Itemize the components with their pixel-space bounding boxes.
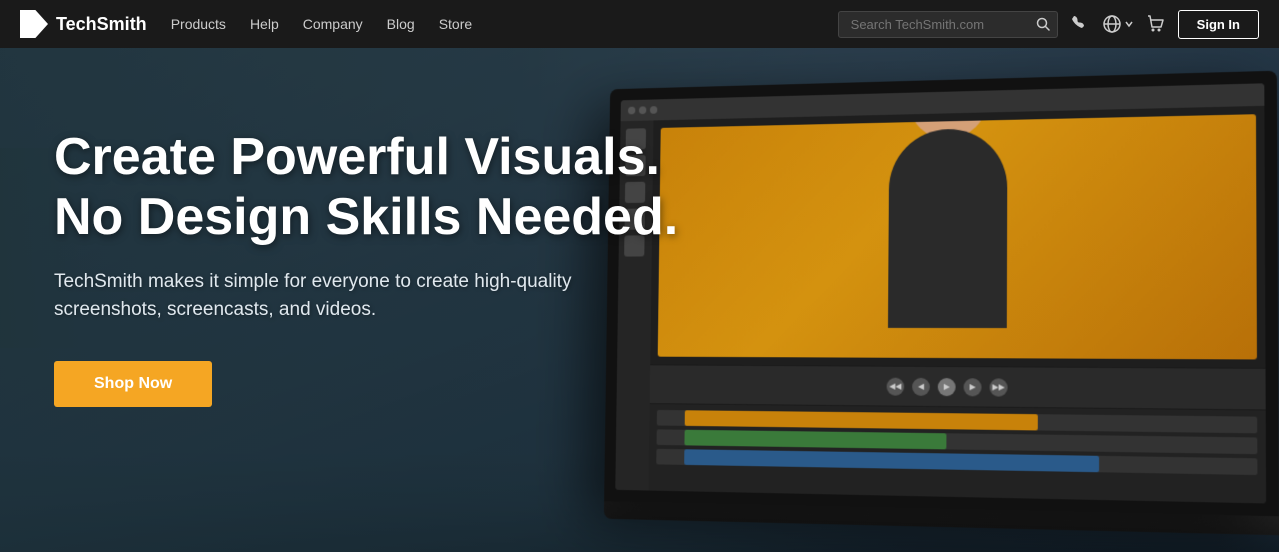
sign-in-button[interactable]: Sign In (1178, 10, 1259, 39)
search-icon (1036, 17, 1050, 31)
hero-content: Create Powerful Visuals. No Design Skill… (54, 128, 678, 407)
ctrl-btn-next: ▶▶ (990, 378, 1008, 396)
cart-icon-btn[interactable] (1146, 14, 1166, 34)
ctrl-btn-back: ◀ (912, 377, 930, 395)
phone-icon-btn[interactable] (1070, 14, 1090, 34)
search-input[interactable] (838, 11, 1058, 38)
hero-headline-line2: No Design Skills Needed. (54, 188, 678, 246)
nav-item-products[interactable]: Products (171, 16, 226, 32)
timeline-area (649, 403, 1267, 503)
ctrl-btn-play: ▶ (938, 377, 956, 395)
laptop-mockup: ◀◀ ◀ ▶ ▶ ▶▶ (603, 69, 1279, 552)
chevron-down-icon (1124, 19, 1134, 29)
topbar-dot-2 (639, 106, 646, 114)
editor-main: ◀◀ ◀ ▶ ▶ ▶▶ (649, 106, 1267, 504)
ctrl-btn-fwd: ▶ (964, 378, 982, 396)
editor-controls: ◀◀ ◀ ▶ ▶ ▶▶ (650, 364, 1266, 409)
timeline-clip-2 (685, 430, 947, 450)
nav-right: Sign In (838, 10, 1259, 39)
editor-ui: ◀◀ ◀ ▶ ▶ ▶▶ (615, 83, 1266, 503)
person-body (888, 128, 1007, 328)
nav-links: Products Help Company Blog Store (171, 16, 472, 32)
laptop-screen-outer: ◀◀ ◀ ▶ ▶ ▶▶ (604, 71, 1279, 517)
nav-item-blog[interactable]: Blog (387, 16, 415, 32)
hero-section: ◀◀ ◀ ▶ ▶ ▶▶ (0, 48, 1279, 552)
person-silhouette (849, 114, 1048, 358)
globe-icon-btn[interactable] (1102, 14, 1134, 34)
video-preview (658, 114, 1257, 359)
ctrl-btn-prev: ◀◀ (887, 377, 905, 395)
topbar-dot-3 (650, 106, 657, 114)
hero-headline-line1: Create Powerful Visuals. (54, 128, 660, 186)
logo-icon (20, 10, 48, 38)
hero-subtext: TechSmith makes it simple for everyone t… (54, 268, 594, 325)
globe-icon (1102, 14, 1122, 34)
editor-canvas (650, 106, 1265, 368)
nav-item-help[interactable]: Help (250, 16, 279, 32)
main-nav: TechSmith Products Help Company Blog Sto… (0, 0, 1279, 48)
editor-body: ◀◀ ◀ ▶ ▶ ▶▶ (615, 106, 1266, 504)
topbar-dot-1 (628, 107, 635, 115)
brand-name: TechSmith (56, 14, 147, 35)
cart-icon (1146, 14, 1166, 34)
nav-item-store[interactable]: Store (439, 16, 472, 32)
shop-now-button[interactable]: Shop Now (54, 361, 212, 407)
laptop-screen-inner: ◀◀ ◀ ▶ ▶ ▶▶ (615, 83, 1266, 503)
timeline-clip-3 (684, 449, 1099, 472)
hero-headline: Create Powerful Visuals. No Design Skill… (54, 128, 678, 248)
search-wrapper (838, 11, 1058, 38)
nav-item-company[interactable]: Company (303, 16, 363, 32)
search-button[interactable] (1036, 17, 1050, 31)
brand-logo[interactable]: TechSmith (20, 10, 147, 38)
phone-icon (1070, 14, 1090, 34)
timeline-clip-1 (685, 410, 1038, 430)
